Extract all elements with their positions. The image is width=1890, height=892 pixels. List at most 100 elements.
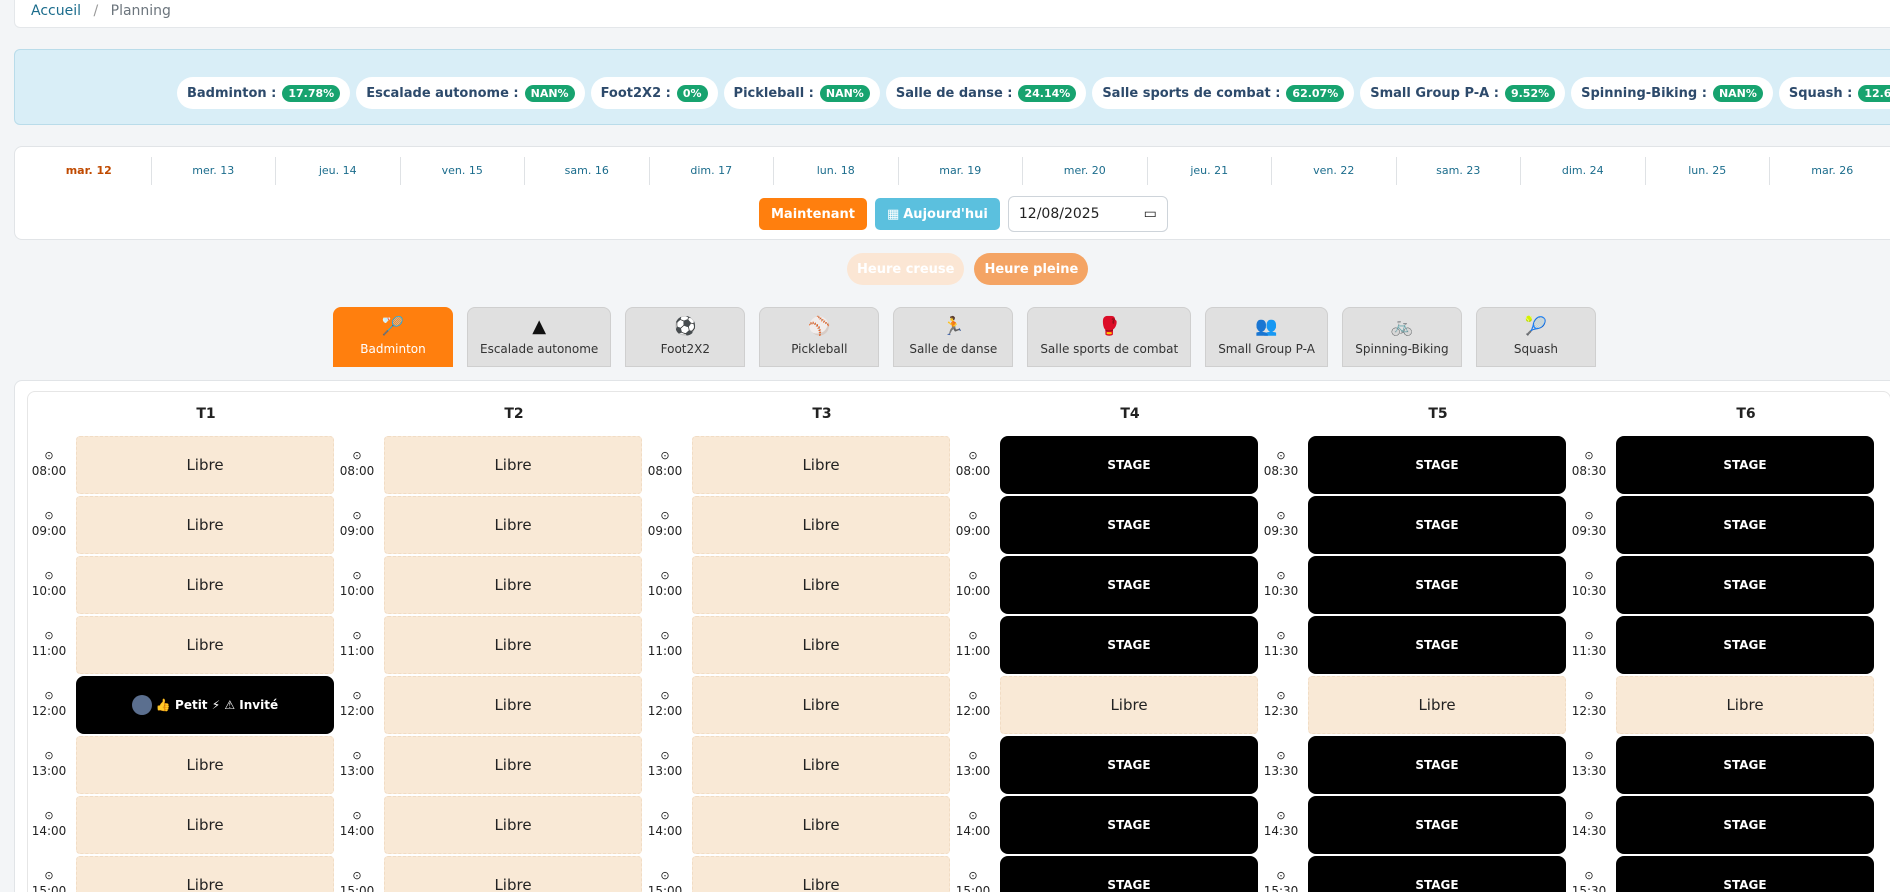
date-tab[interactable]: jeu. 21 [1148, 157, 1272, 185]
clock-icon: ⊙ [1584, 449, 1594, 462]
free-slot[interactable]: Libre [692, 676, 950, 734]
sport-tab[interactable]: 🚲 Spinning-Biking [1341, 307, 1462, 367]
breadcrumb-current: Planning [110, 3, 171, 19]
clock-icon: ⊙ [1276, 809, 1286, 822]
stage-slot[interactable]: STAGE [1308, 496, 1566, 554]
date-tab[interactable]: jeu. 14 [276, 157, 401, 185]
stage-slot[interactable]: STAGE [1616, 736, 1874, 794]
free-slot[interactable]: Libre [384, 856, 642, 892]
free-slot[interactable]: Libre [384, 436, 642, 494]
free-slot[interactable]: Libre [76, 556, 334, 614]
free-slot[interactable]: Libre [384, 496, 642, 554]
date-tab[interactable]: ven. 22 [1272, 157, 1397, 185]
slot-time-label: 14:00 [955, 824, 991, 838]
clock-icon: ⊙ [660, 629, 670, 642]
sport-tab[interactable]: 🏃 Salle de danse [893, 307, 1014, 367]
stage-slot[interactable]: STAGE [1308, 556, 1566, 614]
date-tab[interactable]: mer. 13 [152, 157, 276, 185]
date-tab[interactable]: mar. 26 [1770, 157, 1890, 185]
free-slot[interactable]: Libre [76, 496, 334, 554]
date-tab[interactable]: mer. 20 [1023, 157, 1148, 185]
free-slot[interactable]: Libre [384, 616, 642, 674]
breadcrumb-home-link[interactable]: Accueil [31, 3, 81, 19]
stage-slot[interactable]: STAGE [1000, 496, 1258, 554]
free-slot[interactable]: Libre [76, 856, 334, 892]
free-slot[interactable]: Libre [384, 736, 642, 794]
date-tab[interactable]: lun. 25 [1646, 157, 1770, 185]
stage-slot[interactable]: STAGE [1000, 796, 1258, 854]
free-slot[interactable]: Libre [692, 736, 950, 794]
clock-icon: ⊙ [1584, 809, 1594, 822]
free-slot[interactable]: Libre [1308, 676, 1566, 734]
stage-slot[interactable]: STAGE [1616, 856, 1874, 892]
sport-tab[interactable]: 🏸 Badminton [333, 307, 453, 367]
stage-slot[interactable]: STAGE [1308, 436, 1566, 494]
free-slot[interactable]: Libre [692, 556, 950, 614]
off-peak-button[interactable]: Heure creuse [847, 253, 965, 285]
clock-icon: ⊙ [1276, 869, 1286, 882]
booked-slot[interactable]: 👍 Petit ⚡ ⚠ Invité [76, 676, 334, 734]
time-slot-row: ⊙ 10:30 STAGE [1568, 556, 1876, 616]
slot-label: STAGE [1723, 518, 1767, 532]
stage-slot[interactable]: STAGE [1308, 616, 1566, 674]
clock-icon: ⊙ [968, 749, 978, 762]
slot-time-label: 09:30 [1263, 524, 1299, 538]
stage-slot[interactable]: STAGE [1616, 796, 1874, 854]
sport-tab[interactable]: ⚽ Foot2X2 [625, 307, 746, 367]
date-tab[interactable]: dim. 24 [1521, 157, 1646, 185]
free-slot[interactable]: Libre [692, 796, 950, 854]
sport-tab[interactable]: 🥊 Salle sports de combat [1027, 307, 1192, 367]
date-tab[interactable]: sam. 16 [525, 157, 650, 185]
peak-button[interactable]: Heure pleine [974, 253, 1089, 285]
stage-slot[interactable]: STAGE [1616, 436, 1874, 494]
date-input[interactable]: 12/08/2025 ▭ [1007, 196, 1168, 232]
free-slot[interactable]: Libre [384, 676, 642, 734]
free-slot[interactable]: Libre [692, 436, 950, 494]
date-tab[interactable]: mar. 19 [899, 157, 1023, 185]
stage-slot[interactable]: STAGE [1000, 556, 1258, 614]
today-button[interactable]: ▦ Aujourd'hui [874, 198, 1000, 230]
stage-slot[interactable]: STAGE [1308, 796, 1566, 854]
slot-time: ⊙ 12:30 [1568, 689, 1610, 718]
stage-slot[interactable]: STAGE [1000, 856, 1258, 892]
slot-label: STAGE [1415, 458, 1459, 472]
sport-tab[interactable]: ⚾ Pickleball [759, 307, 880, 367]
date-tab[interactable]: lun. 18 [774, 157, 899, 185]
stage-slot[interactable]: STAGE [1616, 556, 1874, 614]
sport-tab-label: Salle sports de combat [1040, 342, 1179, 356]
free-slot[interactable]: Libre [76, 736, 334, 794]
free-slot[interactable]: Libre [384, 556, 642, 614]
free-slot[interactable]: Libre [76, 796, 334, 854]
free-slot[interactable]: Libre [1000, 676, 1258, 734]
now-button[interactable]: Maintenant [759, 198, 867, 230]
date-tab[interactable]: ven. 15 [401, 157, 525, 185]
date-tab[interactable]: dim. 17 [650, 157, 774, 185]
sport-tab[interactable]: ▲ Escalade autonome [467, 307, 612, 367]
date-picker-icon[interactable]: ▭ [1144, 206, 1157, 222]
date-tab[interactable]: mar. 12 [27, 157, 152, 185]
slot-time-label: 11:00 [647, 644, 683, 658]
slot-time-label: 10:30 [1571, 584, 1607, 598]
sport-tab[interactable]: 👥 Small Group P-A [1205, 307, 1328, 367]
slot-time: ⊙ 15:30 [1568, 869, 1610, 892]
stats-list: Badminton : 17.78% Escalade autonome : NAN%… [177, 77, 1890, 109]
slot-time: ⊙ 15:00 [336, 869, 378, 892]
free-slot[interactable]: Libre [692, 616, 950, 674]
free-slot[interactable]: Libre [384, 796, 642, 854]
time-slot-row: ⊙ 10:30 STAGE [1260, 556, 1568, 616]
stage-slot[interactable]: STAGE [1000, 736, 1258, 794]
stage-slot[interactable]: STAGE [1308, 856, 1566, 892]
stage-slot[interactable]: STAGE [1000, 436, 1258, 494]
stage-slot[interactable]: STAGE [1616, 616, 1874, 674]
sport-tab[interactable]: 🎾 Squash [1475, 307, 1596, 367]
slot-time-label: 14:30 [1571, 824, 1607, 838]
stage-slot[interactable]: STAGE [1616, 496, 1874, 554]
free-slot[interactable]: Libre [692, 496, 950, 554]
free-slot[interactable]: Libre [76, 436, 334, 494]
free-slot[interactable]: Libre [76, 616, 334, 674]
free-slot[interactable]: Libre [692, 856, 950, 892]
stage-slot[interactable]: STAGE [1000, 616, 1258, 674]
stage-slot[interactable]: STAGE [1308, 736, 1566, 794]
free-slot[interactable]: Libre [1616, 676, 1874, 734]
date-tab[interactable]: sam. 23 [1397, 157, 1521, 185]
